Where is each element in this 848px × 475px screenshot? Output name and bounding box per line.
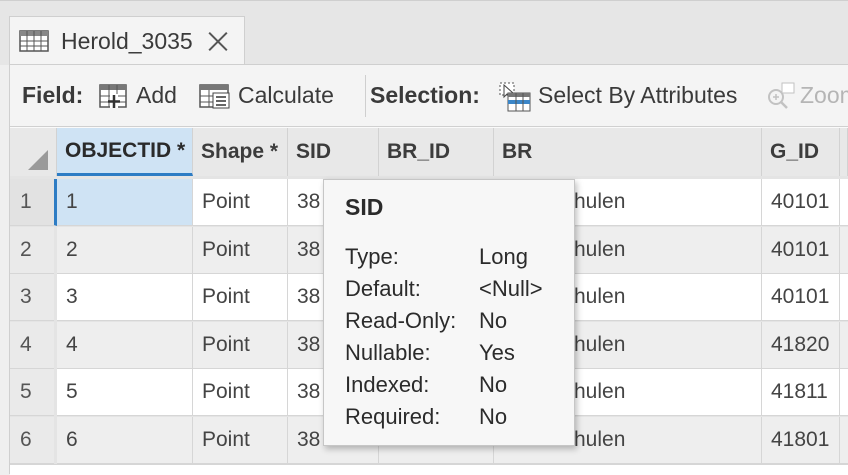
table-toolbar: Field: Add Calculate Selection: Select B… xyxy=(10,65,848,127)
tooltip-value: No xyxy=(479,308,508,333)
column-header-label: BR xyxy=(502,140,533,163)
tooltip-value: <Null> xyxy=(479,276,543,301)
select-by-attributes-label: Select By Attributes xyxy=(538,82,738,108)
zoom-icon xyxy=(768,82,795,109)
tooltip-key: Type: xyxy=(345,244,399,269)
select-by-attributes-icon xyxy=(499,82,531,111)
table-cell[interactable]: 40101 xyxy=(762,274,840,321)
row-number[interactable]: 4 xyxy=(10,321,54,369)
column-header-label: G_ID xyxy=(770,140,820,163)
select-all-corner[interactable] xyxy=(10,128,57,176)
calculate-field-button[interactable]: Calculate xyxy=(198,65,334,126)
add-label: Add xyxy=(136,82,177,108)
column-header-br[interactable]: BR xyxy=(494,128,762,176)
table-cell[interactable]: 40101 xyxy=(762,226,840,274)
column-header-br-id[interactable]: BR_ID xyxy=(379,128,494,176)
column-header-g-id[interactable]: G_ID xyxy=(762,128,840,176)
tooltip-key: Nullable: xyxy=(345,340,431,365)
toolbar-divider xyxy=(365,75,366,117)
table-cell[interactable]: Point xyxy=(193,369,288,416)
table-cell[interactable] xyxy=(840,179,848,226)
row-number[interactable]: 6 xyxy=(10,416,54,464)
calculate-label: Calculate xyxy=(238,82,334,108)
zoom-to-button[interactable]: Zoom xyxy=(764,65,848,126)
table-cell[interactable] xyxy=(840,274,848,321)
row-number[interactable]: 1 xyxy=(10,179,57,226)
table-cell[interactable]: 41801 xyxy=(762,416,840,464)
column-header-objectid[interactable]: OBJECTID * xyxy=(57,128,193,176)
column-header-label: Shape * xyxy=(201,140,279,163)
table-cell[interactable]: 2 xyxy=(57,226,193,274)
row-number[interactable]: 2 xyxy=(10,226,54,274)
table-cell[interactable]: Point xyxy=(193,321,288,369)
table-cell[interactable]: 41811 xyxy=(762,369,840,416)
table-cell[interactable] xyxy=(840,416,848,464)
table-cell[interactable]: Point xyxy=(193,179,288,226)
table-cell[interactable]: 5 xyxy=(57,369,193,416)
table-cell[interactable]: 40101 xyxy=(762,179,840,226)
table-cell[interactable]: Point xyxy=(193,274,288,321)
table-cell[interactable] xyxy=(840,321,848,369)
tooltip-value: No xyxy=(479,372,508,397)
column-header-label: SID xyxy=(296,140,332,163)
selection-group-label: Selection: xyxy=(370,65,480,126)
close-icon[interactable] xyxy=(207,30,229,52)
select-by-attributes-button[interactable]: Select By Attributes xyxy=(498,65,737,126)
column-header-sid[interactable]: SID xyxy=(288,128,379,176)
table-cell[interactable]: Point xyxy=(193,226,288,274)
zoom-label: Zoom xyxy=(800,82,848,108)
add-field-button[interactable]: Add xyxy=(98,65,177,126)
tab-title: Herold_3035 xyxy=(61,27,193,54)
tab-strip: Herold_3035 xyxy=(0,0,848,65)
table-cell[interactable] xyxy=(840,369,848,416)
column-header-shape[interactable]: Shape * xyxy=(193,128,288,176)
tooltip-value: Long xyxy=(479,244,528,269)
table-cell[interactable]: 1 xyxy=(57,179,193,226)
row-number[interactable]: 3 xyxy=(10,274,54,321)
field-group-label: Field: xyxy=(22,65,83,126)
table-row-partial xyxy=(10,464,848,475)
field-info-tooltip: SID Type: Long Default: <Null> Read-Only… xyxy=(323,179,575,446)
table-cell[interactable]: 6 xyxy=(57,416,193,464)
field-label: Field: xyxy=(22,82,84,108)
table-cell[interactable]: Point xyxy=(193,416,288,464)
table-cell[interactable]: 41820 xyxy=(762,321,840,369)
column-header-overflow xyxy=(840,128,848,176)
column-header-label: OBJECTID * xyxy=(65,138,186,162)
tooltip-value: No xyxy=(479,404,508,429)
tooltip-value: Yes xyxy=(479,340,515,365)
calculator-icon xyxy=(199,83,230,108)
row-number[interactable]: 5 xyxy=(10,369,54,416)
corner-triangle-icon xyxy=(28,150,48,170)
table-cell[interactable]: 3 xyxy=(57,274,193,321)
tooltip-key: Read-Only: xyxy=(345,308,457,333)
tooltip-title: SID xyxy=(345,194,384,220)
tooltip-key: Required: xyxy=(345,404,441,429)
table-tab[interactable]: Herold_3035 xyxy=(9,16,245,65)
tooltip-key: Indexed: xyxy=(345,372,430,397)
add-field-icon xyxy=(99,83,127,108)
selection-label: Selection: xyxy=(370,82,480,108)
table-icon xyxy=(19,30,49,52)
column-header-label: BR_ID xyxy=(387,140,451,163)
table-cell[interactable]: 4 xyxy=(57,321,193,369)
tooltip-key: Default: xyxy=(345,276,421,301)
table-cell[interactable] xyxy=(840,226,848,274)
